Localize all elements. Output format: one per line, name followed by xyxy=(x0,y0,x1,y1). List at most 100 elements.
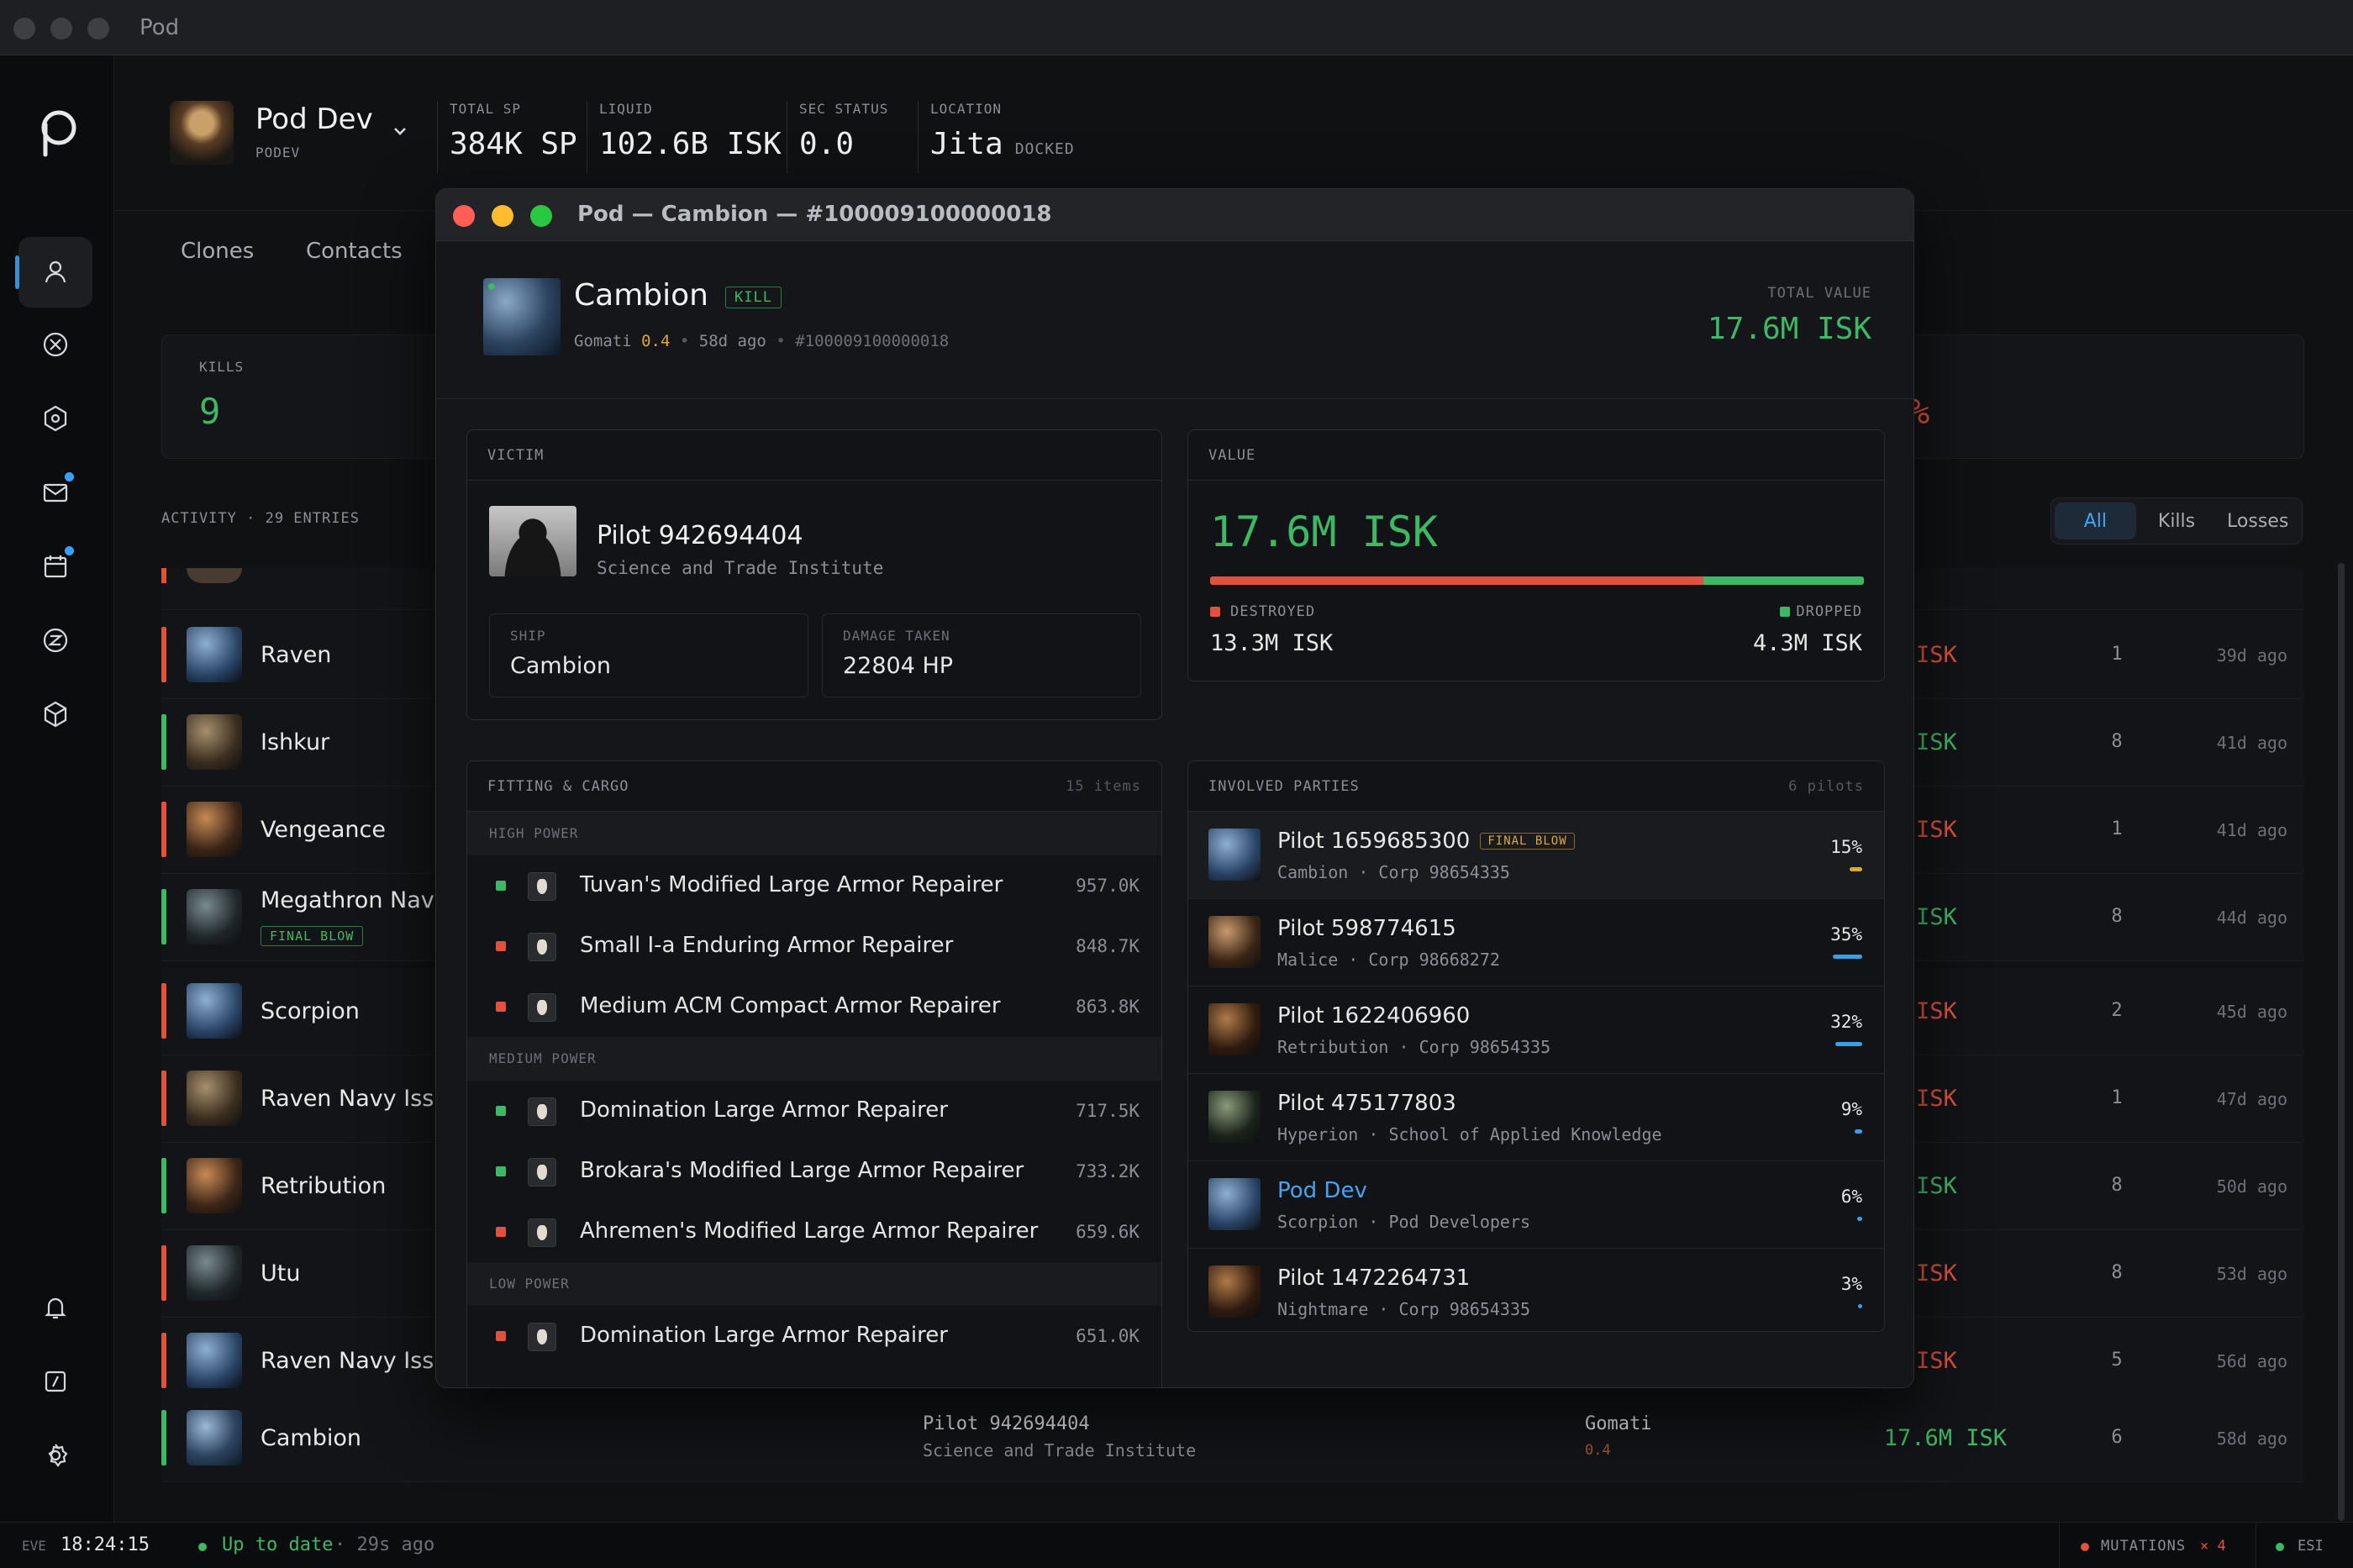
value-card: VALUE 17.6M ISK DESTROYED 13.3M ISK DROP… xyxy=(1187,429,1885,681)
hexagon-icon xyxy=(44,405,67,432)
killmail-window-title: Pod — Cambion — #100009100000018 xyxy=(577,202,1052,227)
tab-contacts[interactable]: Contacts xyxy=(306,239,403,264)
party-name[interactable]: Pilot 1622406960 xyxy=(1277,1003,1470,1029)
close-window-button[interactable] xyxy=(13,18,35,39)
destroyed-marker xyxy=(496,1002,506,1012)
mutations-label[interactable]: MUTATIONS xyxy=(2101,1538,2186,1555)
module-name: Domination Large Armor Repairer xyxy=(580,1097,948,1123)
involved-party[interactable]: Pod Dev Scorpion · Pod Developers 6% xyxy=(1188,1161,1884,1249)
module-price: 733.2K xyxy=(1076,1161,1140,1181)
involved-party[interactable]: Pilot 475177803 Hyperion · School of Appl… xyxy=(1188,1074,1884,1161)
party-name[interactable]: Pilot 475177803 xyxy=(1277,1091,1456,1116)
involved-party[interactable]: Pilot 1659685300 FINAL BLOW Cambion · Corp… xyxy=(1188,812,1884,899)
victim-portrait xyxy=(489,506,576,576)
ship-name: Cambion xyxy=(261,1425,361,1451)
fitting-item[interactable]: Small I-a Enduring Armor Repairer 848.7K xyxy=(467,916,1161,976)
ship-render xyxy=(483,278,561,355)
row-value: ISK xyxy=(1916,817,1957,843)
fitting-item[interactable]: Tuvan's Modified Large Armor Repairer 957… xyxy=(467,855,1161,916)
party-ship-corp: Scorpion · Pod Developers xyxy=(1277,1212,1531,1232)
stat-liquid: LIQUID 102.6B ISK xyxy=(587,101,782,173)
unread-dot xyxy=(65,472,74,481)
stat-location: LOCATION Jita DOCKED xyxy=(918,101,1075,173)
stat-total-sp: TOTAL SP 384K SP xyxy=(437,101,577,173)
nav-profile-button[interactable] xyxy=(15,237,92,308)
loss-indicator xyxy=(161,627,166,682)
fitting-item[interactable]: Domination Large Armor Repairer 717.5K xyxy=(467,1081,1161,1141)
party-name[interactable]: Pod Dev xyxy=(1277,1178,1367,1203)
fitting-item[interactable]: Ahremen's Modified Large Armor Repairer 6… xyxy=(467,1202,1161,1262)
minimize-window-button[interactable] xyxy=(50,18,72,39)
chevron-down-icon[interactable] xyxy=(388,119,412,143)
row-count: 8 xyxy=(2111,731,2123,752)
victim-corp[interactable]: Science and Trade Institute xyxy=(597,558,883,578)
ship-icon xyxy=(187,1245,242,1301)
nav-settings-button[interactable] xyxy=(18,1420,92,1491)
row-count: 5 xyxy=(2111,1350,2123,1371)
damage-percent: 32% xyxy=(1830,1012,1862,1032)
fitting-item[interactable]: Brokara's Modified Large Armor Repairer 7… xyxy=(467,1141,1161,1202)
kill-meta: Gomati 0.4 • 58d ago • #100009100000018 xyxy=(574,332,950,350)
ship-name: Retribution xyxy=(261,1173,387,1199)
scrollbar[interactable] xyxy=(2338,563,2345,1521)
nav-market-button[interactable] xyxy=(18,605,92,676)
involved-party[interactable]: Pilot 1622406960 Retribution · Corp 98654… xyxy=(1188,987,1884,1074)
fitting-item[interactable]: Medium ACM Compact Armor Repairer 863.8K xyxy=(467,976,1161,1037)
involved-party[interactable]: Pilot 1472264731 Nightmare · Corp 9865433… xyxy=(1188,1249,1884,1331)
damage-percent: 9% xyxy=(1840,1099,1862,1119)
party-ship-corp: Retribution · Corp 98654335 xyxy=(1277,1037,1551,1057)
row-count: 1 xyxy=(2111,1087,2123,1108)
row-ago: 41d ago xyxy=(2216,820,2287,840)
nav-fitting-button[interactable] xyxy=(18,383,92,454)
filter-all[interactable]: All xyxy=(2055,502,2136,539)
tab-clones[interactable]: Clones xyxy=(181,239,254,264)
nav-inventory-button[interactable] xyxy=(18,679,92,750)
nav-calendar-button[interactable] xyxy=(18,531,92,602)
loss-indicator xyxy=(161,1245,166,1301)
ship-name: Ishkur xyxy=(261,729,330,755)
total-value-label: TOTAL VALUE xyxy=(1767,285,1871,302)
party-name[interactable]: Pilot 1472264731 xyxy=(1277,1265,1470,1291)
status-dot xyxy=(488,283,495,290)
fitting-item[interactable]: Domination Large Armor Repairer 651.0K xyxy=(467,1306,1161,1366)
row-ago: 56d ago xyxy=(2216,1351,2287,1371)
row-value: ISK xyxy=(1916,904,1957,930)
esi-label[interactable]: ESI xyxy=(2298,1538,2324,1555)
victim-name: Pilot 942694404 xyxy=(923,1413,1090,1434)
pilot-avatar[interactable] xyxy=(170,101,234,165)
total-value: 17.6M ISK xyxy=(1707,312,1871,346)
damage-percent: 6% xyxy=(1840,1187,1862,1207)
kill-badge: KILL xyxy=(725,287,782,308)
gear-icon xyxy=(48,1444,68,1467)
pilot-name[interactable]: Pod Dev xyxy=(255,103,373,136)
zoom-window-button[interactable] xyxy=(530,205,552,227)
nav-mail-button[interactable] xyxy=(18,457,92,528)
cube-icon xyxy=(44,701,67,728)
row-ago: 44d ago xyxy=(2216,908,2287,928)
nav-notifications-button[interactable] xyxy=(18,1272,92,1343)
system-sec: 0.4 xyxy=(1585,1442,1611,1459)
row-count: 1 xyxy=(2111,818,2123,839)
victim-name[interactable]: Pilot 942694404 xyxy=(597,521,803,550)
filter-losses[interactable]: Losses xyxy=(2217,502,2298,539)
module-icon xyxy=(528,1218,556,1247)
table-row[interactable]: Cambion Pilot 942694404 Science and Trad… xyxy=(161,1395,2304,1482)
module-icon xyxy=(528,993,556,1022)
minimize-window-button[interactable] xyxy=(492,205,513,227)
involved-party[interactable]: Pilot 598774615 Malice · Corp 98668272 35% xyxy=(1188,899,1884,987)
party-name[interactable]: Pilot 598774615 xyxy=(1277,916,1456,941)
damage-percent: 3% xyxy=(1840,1274,1862,1294)
ship-name: Megathron Navy xyxy=(261,887,448,913)
ship-icon xyxy=(187,1158,242,1213)
zoom-window-button[interactable] xyxy=(87,18,109,39)
nav-terminal-button[interactable] xyxy=(18,1346,92,1417)
terminal-icon xyxy=(45,1371,66,1392)
nav-combat-button[interactable] xyxy=(18,309,92,380)
killmail-window: Pod — Cambion — #100009100000018 Cambion… xyxy=(435,188,1914,1388)
party-name[interactable]: Pilot 1659685300 FINAL BLOW xyxy=(1277,829,1575,854)
unread-dot xyxy=(65,546,74,555)
filter-kills[interactable]: Kills xyxy=(2136,502,2218,539)
close-window-button[interactable] xyxy=(453,205,475,227)
row-count: 1 xyxy=(2111,644,2123,665)
eve-time: 18:24:15 xyxy=(61,1534,150,1555)
